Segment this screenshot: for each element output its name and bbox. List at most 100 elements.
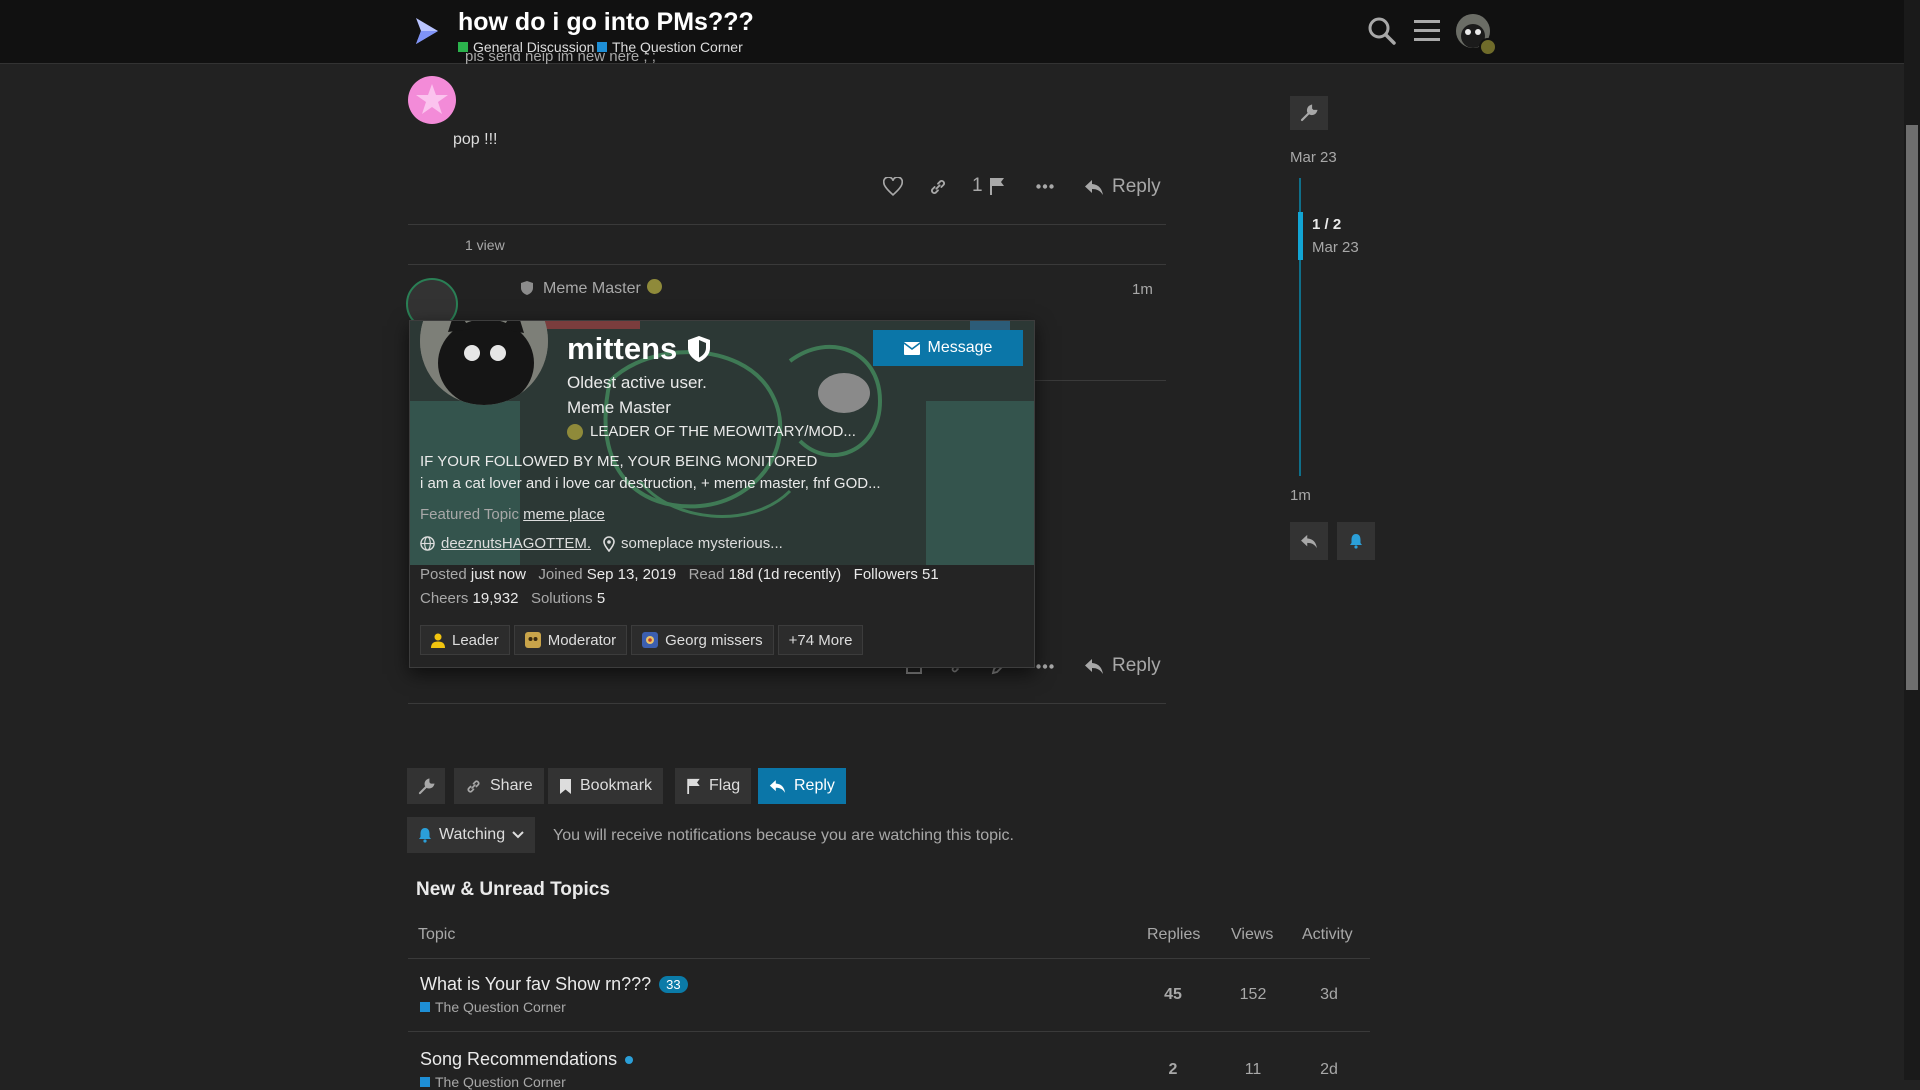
badge-georg-missers[interactable]: Georg missers [631,625,774,655]
user-card-popup: mittens Message Oldest active user. Meme… [409,320,1035,668]
bell-icon [418,827,432,843]
hamburger-menu-icon[interactable] [1413,18,1441,44]
topic-activity[interactable]: 2d [1299,1061,1359,1079]
location-pin-icon [603,535,615,552]
topic-title-link[interactable]: What is Your fav Show rn??? [420,974,651,995]
topic-views: 152 [1239,986,1267,1003]
shield-icon [520,280,534,296]
flag-icon [989,177,1005,195]
stat-label: Read [688,566,725,583]
stat-solutions: 5 [596,590,606,607]
stat-cheers: 19,932 [472,590,519,607]
featured-topic-link[interactable]: meme place [523,506,605,523]
user-card-flair-group: LEADER OF THE MEOWITARY/MOD... [567,423,856,440]
post-reply-button[interactable]: Reply [1084,655,1161,677]
notification-level-dropdown[interactable]: Watching [407,817,536,853]
previous-post-cut-text: pls send help im new here ; ; [465,53,656,65]
divider [408,224,1166,225]
share-button[interactable]: Share [454,768,544,804]
stat-read: 18d (1d recently) [728,566,842,583]
new-posts-count-badge[interactable]: 33 [659,976,688,993]
topic-views: 11 [1244,1061,1262,1078]
envelope-icon [903,341,920,355]
flag-count-button[interactable]: 1 [972,175,1005,197]
more-actions-icon[interactable] [1036,184,1054,189]
user-card-bio-line-1: IF YOUR FOLLOWED BY ME, YOUR BEING MONIT… [420,453,818,470]
user-card-stats-row-2: Cheers 19,932 Solutions 5 [420,590,605,607]
reply-arrow-icon [1084,658,1104,675]
chevron-down-icon [512,831,524,839]
moderator-badge-icon [524,632,541,648]
more-badges-label: +74 More [788,631,853,649]
more-actions-icon[interactable] [1036,664,1054,669]
column-header-activity[interactable]: Activity [1302,926,1353,944]
user-location: someplace mysterious... [621,535,783,552]
timeline-position: 1 / 2 [1312,216,1342,233]
topic-admin-wrench-button[interactable] [407,768,445,804]
person-icon [431,633,445,648]
search-icon[interactable] [1367,16,1397,46]
topic-category-badge[interactable]: The Question Corner [420,999,566,1015]
timeline-notifications-button[interactable] [1337,522,1375,560]
stat-label: Cheers [420,590,469,607]
site-logo[interactable] [412,16,446,46]
user-card-bio-line-2: i am a cat lover and i love car destruct… [420,475,881,492]
notification-description: You will receive notifications because y… [553,827,1014,844]
column-header-views[interactable]: Views [1231,926,1273,944]
view-count: 1 view [465,237,505,253]
badge-leader[interactable]: Leader [420,625,510,655]
category-label: The Question Corner [435,999,566,1015]
reply-arrow-icon [769,779,786,794]
more-badges-button[interactable]: +74 More [777,625,864,655]
badge-moderator[interactable]: Moderator [513,625,628,655]
stat-label: Posted [420,566,467,583]
post-time[interactable]: 1m [1132,281,1153,298]
timeline-reply-button[interactable] [1290,522,1328,560]
message-button[interactable]: Message [873,330,1023,366]
user-card-stats-row-1: Posted just now Joined Sep 13, 2019 Read… [420,566,939,583]
flag-label: Flag [709,777,741,794]
stat-label: Followers [853,566,918,583]
like-heart-icon[interactable] [883,177,903,196]
share-label: Share [490,777,533,794]
moderator-shield-icon [687,335,711,363]
bookmark-icon [559,778,572,795]
user-card-title: Meme Master [567,398,671,417]
user-website-link[interactable]: deeznutsHAGOTTEM. [441,535,591,552]
category-color-square [458,42,468,52]
post-author-avatar[interactable] [408,76,456,124]
scrollbar-thumb[interactable] [1906,125,1918,690]
timeline-start-date[interactable]: Mar 23 [1290,149,1337,166]
timeline-end[interactable]: 1m [1290,487,1311,504]
topic-activity[interactable]: 3d [1299,986,1359,1004]
featured-topic-row: Featured Topic meme place [420,506,605,523]
topic-title[interactable]: how do i go into PMs??? [458,8,754,37]
copy-link-icon[interactable] [927,177,949,197]
reply-arrow-icon [1084,179,1104,196]
flag-count: 1 [972,175,983,196]
divider [408,1031,1370,1032]
user-card-username[interactable]: mittens [567,331,677,367]
topic-list-item: Song Recommendations [420,1049,634,1070]
bell-icon [1349,533,1363,549]
timeline-handle[interactable] [1298,212,1303,260]
topic-title-link[interactable]: Song Recommendations [420,1049,617,1070]
user-status-icon [1479,38,1497,56]
reply-button[interactable]: Reply [758,768,846,804]
topic-admin-wrench-button[interactable] [1290,96,1328,130]
georg-badge-icon [642,632,659,648]
post-user-title: Meme Master [543,280,641,297]
category-color-square [420,1077,430,1087]
topic-list-item: What is Your fav Show rn??? 33 [420,974,688,995]
bookmark-button[interactable]: Bookmark [548,768,664,804]
topic-category-badge[interactable]: The Question Corner [420,1074,566,1090]
column-header-topic[interactable]: Topic [418,926,455,944]
suggested-topics-heading: New & Unread Topics [416,879,610,900]
message-label: Message [927,339,993,356]
stat-posted: just now [470,566,526,583]
column-header-replies[interactable]: Replies [1147,926,1200,944]
flag-button[interactable]: Flag [675,768,752,804]
post-reply-button[interactable]: Reply [1084,176,1161,198]
user-card-website-row: deeznutsHAGOTTEM. someplace mysterious..… [420,535,783,552]
featured-topic-label: Featured Topic [420,506,519,523]
